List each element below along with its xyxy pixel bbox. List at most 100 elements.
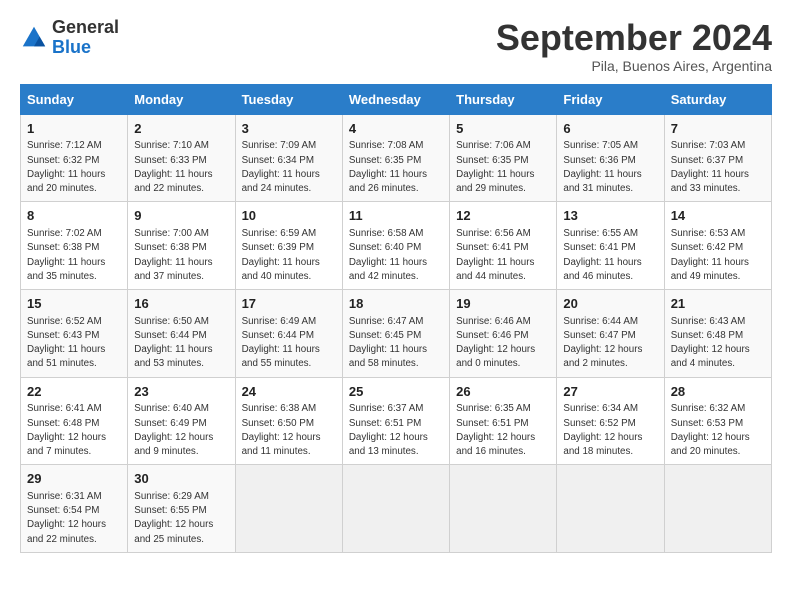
header-sunday: Sunday	[21, 84, 128, 114]
day-number: 25	[349, 383, 443, 402]
day-number: 14	[671, 207, 765, 226]
day-info: Sunrise: 6:32 AM Sunset: 6:53 PM Dayligh…	[671, 402, 765, 459]
table-row: 23Sunrise: 6:40 AM Sunset: 6:49 PM Dayli…	[128, 377, 235, 465]
table-row: 15Sunrise: 6:52 AM Sunset: 6:43 PM Dayli…	[21, 289, 128, 377]
calendar-row: 1Sunrise: 7:12 AM Sunset: 6:32 PM Daylig…	[21, 114, 772, 202]
day-number: 3	[242, 120, 336, 139]
month-title: September 2024	[496, 18, 772, 58]
day-info: Sunrise: 6:58 AM Sunset: 6:40 PM Dayligh…	[349, 227, 443, 284]
day-number: 4	[349, 120, 443, 139]
table-row: 7Sunrise: 7:03 AM Sunset: 6:37 PM Daylig…	[664, 114, 771, 202]
logo-icon	[20, 24, 48, 52]
header-monday: Monday	[128, 84, 235, 114]
header-saturday: Saturday	[664, 84, 771, 114]
table-row: 1Sunrise: 7:12 AM Sunset: 6:32 PM Daylig…	[21, 114, 128, 202]
day-number: 21	[671, 295, 765, 314]
table-row: 3Sunrise: 7:09 AM Sunset: 6:34 PM Daylig…	[235, 114, 342, 202]
table-row: 10Sunrise: 6:59 AM Sunset: 6:39 PM Dayli…	[235, 202, 342, 290]
day-number: 28	[671, 383, 765, 402]
day-number: 2	[134, 120, 228, 139]
day-info: Sunrise: 6:50 AM Sunset: 6:44 PM Dayligh…	[134, 315, 228, 372]
calendar-table: Sunday Monday Tuesday Wednesday Thursday…	[20, 84, 772, 553]
table-row: 20Sunrise: 6:44 AM Sunset: 6:47 PM Dayli…	[557, 289, 664, 377]
day-info: Sunrise: 7:06 AM Sunset: 6:35 PM Dayligh…	[456, 139, 550, 196]
day-info: Sunrise: 6:49 AM Sunset: 6:44 PM Dayligh…	[242, 315, 336, 372]
day-number: 10	[242, 207, 336, 226]
page: General Blue September 2024 Pila, Buenos…	[0, 0, 792, 563]
table-row: 29Sunrise: 6:31 AM Sunset: 6:54 PM Dayli…	[21, 465, 128, 553]
logo: General Blue	[20, 18, 119, 58]
table-row: 21Sunrise: 6:43 AM Sunset: 6:48 PM Dayli…	[664, 289, 771, 377]
table-row	[664, 465, 771, 553]
day-number: 7	[671, 120, 765, 139]
table-row: 8Sunrise: 7:02 AM Sunset: 6:38 PM Daylig…	[21, 202, 128, 290]
table-row: 11Sunrise: 6:58 AM Sunset: 6:40 PM Dayli…	[342, 202, 449, 290]
day-number: 19	[456, 295, 550, 314]
day-info: Sunrise: 6:29 AM Sunset: 6:55 PM Dayligh…	[134, 490, 228, 547]
day-info: Sunrise: 6:52 AM Sunset: 6:43 PM Dayligh…	[27, 315, 121, 372]
day-info: Sunrise: 6:56 AM Sunset: 6:41 PM Dayligh…	[456, 227, 550, 284]
header: General Blue September 2024 Pila, Buenos…	[20, 18, 772, 74]
table-row: 28Sunrise: 6:32 AM Sunset: 6:53 PM Dayli…	[664, 377, 771, 465]
day-info: Sunrise: 6:59 AM Sunset: 6:39 PM Dayligh…	[242, 227, 336, 284]
table-row: 24Sunrise: 6:38 AM Sunset: 6:50 PM Dayli…	[235, 377, 342, 465]
day-info: Sunrise: 6:46 AM Sunset: 6:46 PM Dayligh…	[456, 315, 550, 372]
day-info: Sunrise: 6:53 AM Sunset: 6:42 PM Dayligh…	[671, 227, 765, 284]
table-row: 2Sunrise: 7:10 AM Sunset: 6:33 PM Daylig…	[128, 114, 235, 202]
day-number: 5	[456, 120, 550, 139]
day-number: 13	[563, 207, 657, 226]
logo-text-general: General	[52, 18, 119, 38]
table-row: 25Sunrise: 6:37 AM Sunset: 6:51 PM Dayli…	[342, 377, 449, 465]
table-row	[342, 465, 449, 553]
day-number: 8	[27, 207, 121, 226]
calendar-row: 8Sunrise: 7:02 AM Sunset: 6:38 PM Daylig…	[21, 202, 772, 290]
day-number: 12	[456, 207, 550, 226]
day-info: Sunrise: 6:55 AM Sunset: 6:41 PM Dayligh…	[563, 227, 657, 284]
table-row: 4Sunrise: 7:08 AM Sunset: 6:35 PM Daylig…	[342, 114, 449, 202]
day-number: 26	[456, 383, 550, 402]
table-row: 14Sunrise: 6:53 AM Sunset: 6:42 PM Dayli…	[664, 202, 771, 290]
table-row	[235, 465, 342, 553]
table-row: 6Sunrise: 7:05 AM Sunset: 6:36 PM Daylig…	[557, 114, 664, 202]
logo-text-blue: Blue	[52, 38, 119, 58]
table-row: 16Sunrise: 6:50 AM Sunset: 6:44 PM Dayli…	[128, 289, 235, 377]
day-number: 16	[134, 295, 228, 314]
header-tuesday: Tuesday	[235, 84, 342, 114]
table-row: 26Sunrise: 6:35 AM Sunset: 6:51 PM Dayli…	[450, 377, 557, 465]
day-number: 1	[27, 120, 121, 139]
day-number: 18	[349, 295, 443, 314]
table-row: 18Sunrise: 6:47 AM Sunset: 6:45 PM Dayli…	[342, 289, 449, 377]
day-info: Sunrise: 6:38 AM Sunset: 6:50 PM Dayligh…	[242, 402, 336, 459]
day-number: 11	[349, 207, 443, 226]
day-info: Sunrise: 6:34 AM Sunset: 6:52 PM Dayligh…	[563, 402, 657, 459]
header-thursday: Thursday	[450, 84, 557, 114]
day-number: 30	[134, 470, 228, 489]
day-info: Sunrise: 7:08 AM Sunset: 6:35 PM Dayligh…	[349, 139, 443, 196]
day-number: 24	[242, 383, 336, 402]
table-row	[450, 465, 557, 553]
day-number: 22	[27, 383, 121, 402]
title-area: September 2024 Pila, Buenos Aires, Argen…	[496, 18, 772, 74]
day-number: 23	[134, 383, 228, 402]
day-info: Sunrise: 6:31 AM Sunset: 6:54 PM Dayligh…	[27, 490, 121, 547]
day-info: Sunrise: 6:40 AM Sunset: 6:49 PM Dayligh…	[134, 402, 228, 459]
table-row: 13Sunrise: 6:55 AM Sunset: 6:41 PM Dayli…	[557, 202, 664, 290]
table-row: 30Sunrise: 6:29 AM Sunset: 6:55 PM Dayli…	[128, 465, 235, 553]
day-number: 27	[563, 383, 657, 402]
day-info: Sunrise: 7:12 AM Sunset: 6:32 PM Dayligh…	[27, 139, 121, 196]
day-info: Sunrise: 6:41 AM Sunset: 6:48 PM Dayligh…	[27, 402, 121, 459]
table-row: 17Sunrise: 6:49 AM Sunset: 6:44 PM Dayli…	[235, 289, 342, 377]
table-row: 27Sunrise: 6:34 AM Sunset: 6:52 PM Dayli…	[557, 377, 664, 465]
day-number: 6	[563, 120, 657, 139]
day-info: Sunrise: 7:02 AM Sunset: 6:38 PM Dayligh…	[27, 227, 121, 284]
day-number: 17	[242, 295, 336, 314]
header-wednesday: Wednesday	[342, 84, 449, 114]
day-info: Sunrise: 7:10 AM Sunset: 6:33 PM Dayligh…	[134, 139, 228, 196]
day-number: 15	[27, 295, 121, 314]
table-row: 22Sunrise: 6:41 AM Sunset: 6:48 PM Dayli…	[21, 377, 128, 465]
day-info: Sunrise: 7:09 AM Sunset: 6:34 PM Dayligh…	[242, 139, 336, 196]
header-friday: Friday	[557, 84, 664, 114]
day-info: Sunrise: 7:05 AM Sunset: 6:36 PM Dayligh…	[563, 139, 657, 196]
day-info: Sunrise: 6:37 AM Sunset: 6:51 PM Dayligh…	[349, 402, 443, 459]
day-info: Sunrise: 7:00 AM Sunset: 6:38 PM Dayligh…	[134, 227, 228, 284]
